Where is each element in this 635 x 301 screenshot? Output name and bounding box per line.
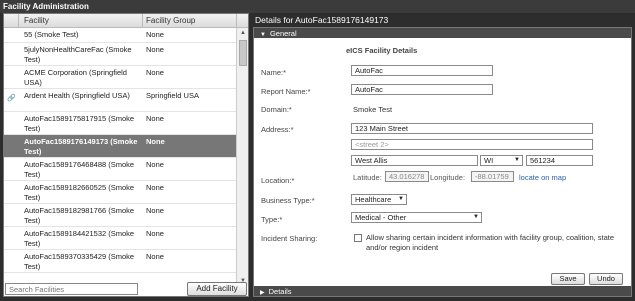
facility-group: None — [146, 30, 164, 39]
list-scrollbar[interactable]: ▲ ▼ — [236, 28, 248, 286]
general-section-label: General — [269, 29, 297, 38]
facility-name: AutoFac1589176468488 (Smoke Test) — [24, 160, 135, 179]
incident-sharing-label: Incident Sharing: — [261, 234, 318, 243]
facility-row[interactable]: 5julyNonHealthCareFac (Smoke Test) None — [4, 43, 236, 66]
scroll-thumb[interactable] — [239, 40, 247, 66]
latitude-label: Latitude: — [353, 173, 382, 182]
facility-row[interactable]: AutoFac1589182981766 (Smoke Test) None — [4, 204, 236, 227]
facility-row[interactable]: AutoFac1589184421532 (Smoke Test) None — [4, 227, 236, 250]
locate-on-map-link[interactable]: locate on map — [519, 173, 566, 182]
city-input[interactable]: West Allis — [351, 155, 478, 166]
column-divider[interactable] — [142, 14, 143, 28]
facility-row[interactable]: 55 (Smoke Test) None — [4, 28, 236, 43]
undo-button[interactable]: Undo — [589, 273, 623, 285]
facility-group: Springfield USA — [146, 91, 199, 100]
details-panel: ▼ General eICS Facility Details Name:* Au… — [253, 27, 632, 297]
facility-row[interactable]: AutoFac1589176149173 (Smoke Test) None — [4, 135, 236, 158]
chevron-down-icon: ▼ — [473, 214, 479, 220]
state-select[interactable]: WI ▼ — [480, 155, 523, 166]
facility-row[interactable]: 🔗 Ardent Health (Springfield USA) Springfi… — [4, 89, 236, 112]
facility-name: AutoFac1589370335429 (Smoke Test) — [24, 252, 135, 271]
report-name-input[interactable]: AutoFac — [351, 84, 493, 95]
facility-list-panel: Facility Facility Group 55 (Smoke Test) N… — [3, 13, 249, 297]
collapse-triangle-icon: ▼ — [260, 32, 266, 38]
incident-sharing-checkbox[interactable] — [354, 234, 362, 242]
type-value: Medical - Other — [355, 213, 407, 222]
scroll-up-icon[interactable]: ▲ — [237, 28, 248, 38]
details-section-label: Details — [268, 287, 292, 296]
state-value: WI — [484, 156, 494, 165]
address-label: Address:* — [261, 125, 294, 134]
save-button[interactable]: Save — [551, 273, 585, 285]
facility-group: None — [146, 68, 164, 77]
facility-group: None — [146, 206, 164, 215]
name-input[interactable]: AutoFac — [351, 65, 493, 76]
facility-group: None — [146, 114, 164, 123]
incident-sharing-text: Allow sharing certain incident informati… — [366, 233, 615, 252]
facility-group: None — [146, 183, 164, 192]
column-divider — [18, 14, 19, 28]
facility-group: None — [146, 137, 165, 146]
facility-group: None — [146, 252, 164, 261]
domain-value: Smoke Test — [353, 105, 393, 114]
facility-name: AutoFac1589175817915 (Smoke Test) — [24, 114, 135, 133]
column-header-facility-group[interactable]: Facility Group — [146, 16, 195, 25]
column-divider — [236, 14, 237, 28]
facility-name: AutoFac1589176149173 (Smoke Test) — [24, 137, 138, 156]
column-header-facility[interactable]: Facility — [24, 16, 49, 25]
link-icon: 🔗 — [7, 95, 16, 102]
latitude-input[interactable]: 43.016278 — [385, 171, 429, 182]
facility-row[interactable]: AutoFac1589182660525 (Smoke Test) None — [4, 181, 236, 204]
details-title: Details for AutoFac1589176149173 — [255, 15, 389, 25]
zip-input[interactable]: 561234 — [526, 155, 593, 166]
search-facilities-input[interactable] — [5, 283, 138, 295]
facility-name: ACME Corporation (Springfield USA) — [24, 68, 127, 87]
location-label: Location:* — [261, 176, 295, 185]
type-label: Type:* — [261, 215, 283, 224]
facility-name: Ardent Health (Springfield USA) — [24, 91, 130, 100]
facility-name: 5julyNonHealthCareFac (Smoke Test) — [24, 45, 132, 64]
type-select[interactable]: Medical - Other ▼ — [351, 212, 482, 223]
street2-input[interactable]: <street 2> — [351, 139, 593, 150]
facility-name: AutoFac1589184421532 (Smoke Test) — [24, 229, 135, 248]
add-facility-button[interactable]: Add Facility — [187, 282, 247, 296]
longitude-input[interactable]: -88.01759 — [471, 171, 514, 182]
facility-group: None — [146, 160, 164, 169]
facility-group: None — [146, 45, 164, 54]
business-type-value: Healthcare — [355, 195, 392, 204]
details-section-header[interactable]: ▶ Details — [254, 286, 631, 296]
section-title: eICS Facility Details — [346, 46, 418, 55]
facility-row[interactable]: AutoFac1589175817915 (Smoke Test) None — [4, 112, 236, 135]
facility-name: AutoFac1589182660525 (Smoke Test) — [24, 183, 135, 202]
app-title: Facility Administration — [0, 0, 635, 13]
facility-list: 55 (Smoke Test) None 5julyNonHealthCareFac… — [4, 28, 236, 286]
chevron-down-icon: ▼ — [398, 196, 404, 202]
chevron-down-icon: ▼ — [514, 157, 520, 163]
facility-name: 55 (Smoke Test) — [24, 30, 79, 39]
longitude-label: Longitude: — [430, 173, 466, 182]
business-type-label: Business Type:* — [261, 196, 315, 205]
facility-row[interactable]: ACME Corporation (Springfield USA) None — [4, 66, 236, 89]
street1-input[interactable]: 123 Main Street — [351, 123, 593, 134]
business-type-select[interactable]: Healthcare ▼ — [351, 194, 407, 205]
report-name-label: Report Name:* — [261, 87, 311, 96]
facility-group: None — [146, 229, 164, 238]
facility-row[interactable]: AutoFac1589370335429 (Smoke Test) None — [4, 250, 236, 273]
general-section-header[interactable]: ▼ General — [254, 28, 631, 38]
expand-triangle-icon: ▶ — [260, 290, 265, 296]
domain-label: Domain:* — [261, 105, 292, 114]
facility-name: AutoFac1589182981766 (Smoke Test) — [24, 206, 135, 225]
list-header: Facility Facility Group — [4, 14, 248, 28]
facility-row[interactable]: AutoFac1589176468488 (Smoke Test) None — [4, 158, 236, 181]
name-label: Name:* — [261, 68, 287, 77]
